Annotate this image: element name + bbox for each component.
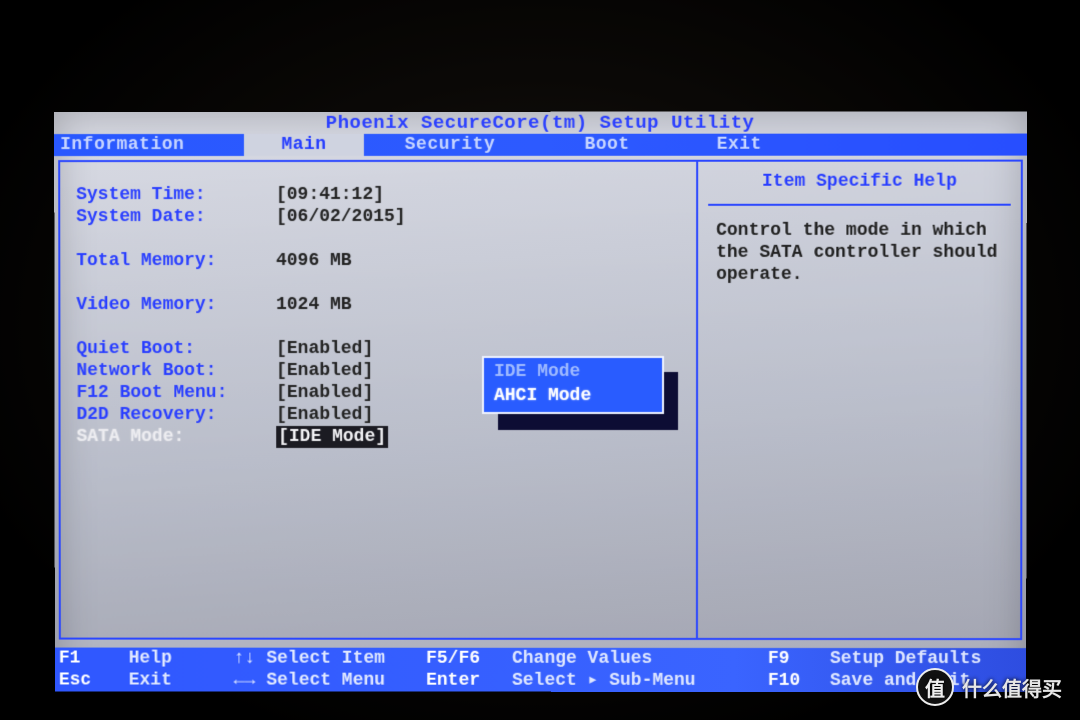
bios-title: Phoenix SecureCore(tm) Setup Utility [54,111,1027,134]
panel-divider [696,162,698,638]
help-title: Item Specific Help [762,172,957,192]
value-network-boot: [Enabled] [276,360,373,382]
popup-option-ahci[interactable]: AHCI Mode [484,384,662,408]
row-system-date[interactable]: System Date: [06/02/2015] [76,206,684,228]
arrows-updown-icon: ↑↓ [222,648,266,670]
footer-action-select-submenu: Select ▸ Sub-Menu [512,670,768,692]
sata-mode-popup[interactable]: IDE Mode AHCI Mode [482,356,664,414]
footer-action-exit: Exit [129,670,223,692]
row-total-memory: Total Memory: 4096 MB [76,250,684,272]
footer-key-f9: F9 [768,648,830,670]
footer-key-f1: F1 [59,648,129,670]
popup-option-ide[interactable]: IDE Mode [484,360,662,384]
footer-action-change-values: Change Values [512,648,768,670]
label-f12-boot-menu: F12 Boot Menu: [76,382,276,404]
help-pane: Item Specific Help Control the mode in w… [708,162,1011,638]
footer-bar: F1 Help ↑↓ Select Item F5/F6 Change Valu… [55,648,1026,693]
value-system-date: [06/02/2015] [276,206,406,228]
value-f12-boot-menu: [Enabled] [276,382,373,404]
footer-row-1: F1 Help ↑↓ Select Item F5/F6 Change Valu… [59,648,1022,671]
label-sata-mode: SATA Mode: [77,426,277,448]
tab-information[interactable]: Information [54,134,244,156]
menu-bar: Information Main Security Boot Exit [54,134,1027,157]
tab-exit[interactable]: Exit [678,134,800,156]
arrows-leftright-icon: ←→ [222,670,266,692]
label-d2d-recovery: D2D Recovery: [76,404,276,426]
help-title-wrap: Item Specific Help [708,162,1011,206]
value-quiet-boot: [Enabled] [276,338,373,360]
footer-row-2: Esc Exit ←→ Select Menu Enter Select ▸ S… [59,669,1022,692]
footer-key-f5f6: F5/F6 [426,648,512,670]
footer-action-help: Help [129,648,223,670]
footer-action-select-menu: Select Menu [266,670,426,692]
row-video-memory: Video Memory: 1024 MB [76,294,684,316]
footer-action-save-exit: Save and Exit [830,670,971,692]
footer-key-f10: F10 [768,670,830,692]
label-video-memory: Video Memory: [76,294,276,316]
value-sata-mode: [IDE Mode] [276,426,388,448]
label-system-date: System Date: [76,206,276,228]
tab-security[interactable]: Security [364,134,536,156]
tab-main[interactable]: Main [244,134,364,156]
value-total-memory: 4096 MB [276,250,352,272]
help-body: Control the mode in which the SATA contr… [716,220,1005,286]
label-network-boot: Network Boot: [76,360,276,382]
bios-screen: Phoenix SecureCore(tm) Setup Utility Inf… [54,111,1027,692]
label-total-memory: Total Memory: [76,250,276,272]
row-system-time[interactable]: System Time: [09:41:12] [76,184,684,206]
value-video-memory: 1024 MB [276,294,352,316]
photo-background: Phoenix SecureCore(tm) Setup Utility Inf… [0,0,1080,720]
value-d2d-recovery: [Enabled] [276,404,373,426]
footer-key-enter: Enter [426,670,512,692]
footer-action-select-item: Select Item [266,648,426,670]
label-quiet-boot: Quiet Boot: [76,338,276,360]
tab-boot[interactable]: Boot [536,134,678,156]
footer-action-setup-defaults: Setup Defaults [830,648,981,670]
label-system-time: System Time: [76,184,276,206]
footer-key-esc: Esc [59,669,129,691]
value-system-time: [09:41:12] [276,184,384,206]
